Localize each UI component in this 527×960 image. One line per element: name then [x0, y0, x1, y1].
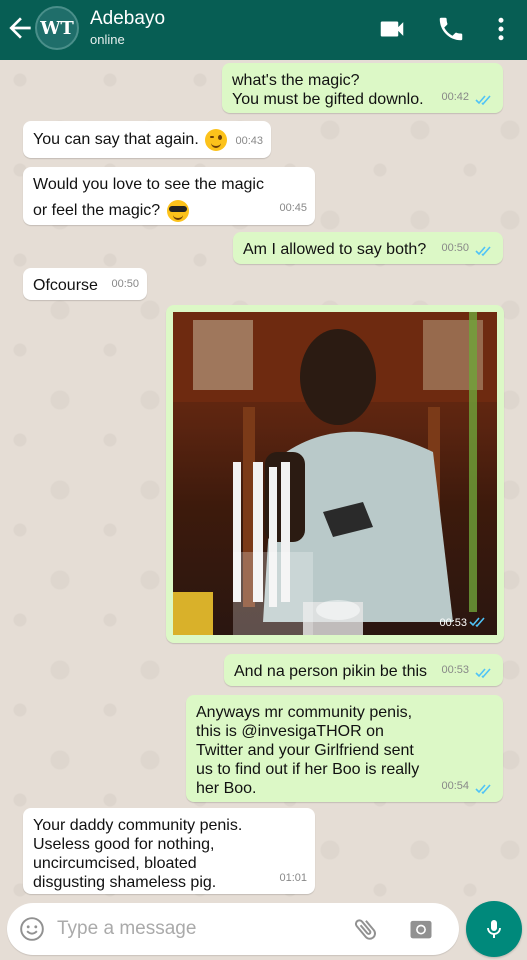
- attachment-icon[interactable]: [352, 915, 380, 943]
- message-text: or feel the magic?: [33, 202, 161, 220]
- chat-header: WT Adebayo online: [0, 0, 527, 60]
- message-bubble-incoming[interactable]: Ofcourse 00:50: [23, 268, 147, 300]
- video-call-icon[interactable]: [377, 14, 407, 44]
- winking-face-emoji-icon: [205, 129, 228, 151]
- message-text: You can say that again.: [33, 131, 199, 149]
- image-message-bubble[interactable]: 00:53: [166, 305, 504, 643]
- message-time: 00:50: [111, 278, 139, 290]
- phone-icon[interactable]: [436, 14, 466, 44]
- shared-photo[interactable]: 00:53: [173, 312, 497, 635]
- message-bubble-incoming[interactable]: Your daddy community penis. Useless good…: [23, 808, 315, 894]
- more-vert-icon[interactable]: [486, 14, 516, 44]
- double-check-icon: [475, 246, 491, 257]
- double-check-icon: [475, 784, 491, 795]
- message-text: Twitter and your Girlfriend sent: [196, 742, 414, 759]
- avatar[interactable]: WT: [35, 6, 79, 50]
- message-bubble-outgoing[interactable]: Anyways mr community penis, this is @inv…: [186, 695, 503, 802]
- double-check-icon: [469, 617, 485, 628]
- message-time: 00:53: [441, 664, 469, 676]
- sunglasses-face-emoji-icon: [166, 200, 189, 222]
- emoji-icon[interactable]: [19, 916, 45, 942]
- message-text: uncircumcised, bloated: [33, 855, 197, 872]
- message-time: 00:42: [441, 91, 469, 103]
- message-time: 00:50: [441, 242, 469, 254]
- message-text: Useless good for nothing,: [33, 836, 215, 853]
- message-composer: [7, 903, 459, 955]
- message-text: this is @invesigaTHOR on: [196, 723, 384, 740]
- message-time: 01:01: [279, 872, 307, 884]
- mic-button[interactable]: [466, 901, 522, 957]
- message-text: Am I allowed to say both?: [243, 241, 427, 258]
- message-time: 00:43: [235, 135, 263, 147]
- message-text: Ofcourse: [33, 277, 98, 294]
- double-check-icon: [475, 668, 491, 679]
- message-bubble-incoming[interactable]: Would you love to see the magic or feel …: [23, 167, 315, 225]
- message-bubble-outgoing[interactable]: Am I allowed to say both? 00:50: [233, 232, 503, 264]
- message-time: 00:53: [439, 617, 467, 629]
- message-text: disgusting shameless pig.: [33, 874, 217, 891]
- message-time: 00:45: [279, 202, 307, 214]
- message-text: Your daddy community penis.: [33, 817, 243, 834]
- message-input[interactable]: [57, 913, 347, 945]
- message-text: Would you love to see the magic: [33, 176, 264, 193]
- message-time: 00:54: [441, 780, 469, 792]
- message-text: And na person pikin be this: [234, 663, 428, 680]
- message-text: Anyways mr community penis,: [196, 704, 413, 721]
- back-arrow-icon[interactable]: [4, 12, 36, 44]
- double-check-icon: [475, 95, 491, 106]
- camera-icon[interactable]: [407, 915, 435, 943]
- microphone-icon: [487, 920, 501, 938]
- message-bubble-outgoing[interactable]: And na person pikin be this 00:53: [224, 654, 503, 686]
- photo-illustration: [173, 312, 497, 635]
- chat-area[interactable]: what's the magic? You must be gifted dow…: [0, 60, 527, 900]
- message-bubble-outgoing[interactable]: what's the magic? You must be gifted dow…: [222, 63, 503, 113]
- message-bubble-incoming[interactable]: You can say that again. 00:43: [23, 121, 271, 158]
- contact-status: online: [90, 32, 125, 47]
- contact-name[interactable]: Adebayo: [90, 8, 165, 30]
